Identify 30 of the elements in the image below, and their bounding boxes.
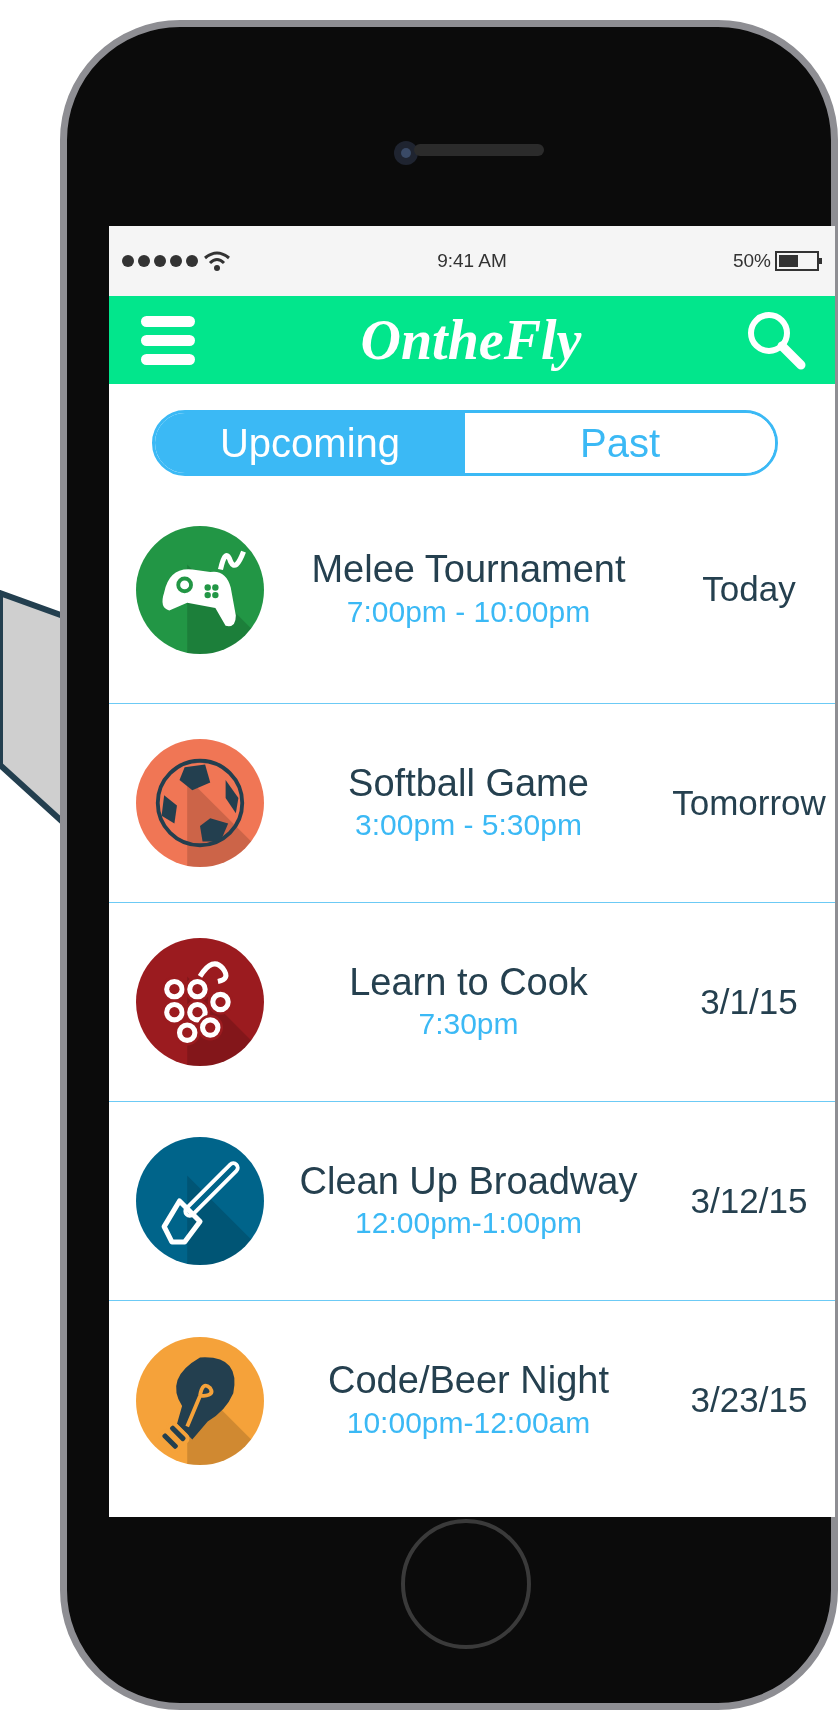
game-icon [136,525,264,654]
signal-icon [121,254,199,268]
bulb-icon [136,1336,264,1465]
event-time: 3:00pm - 5:30pm [354,807,583,844]
event-title: Learn to Cook [348,960,589,1005]
grapes-icon [136,938,264,1066]
battery-icon [775,251,823,271]
event-time: 10:00pm-12:00am [345,1404,592,1441]
home-button[interactable] [399,1517,533,1651]
event-title: Melee Tournament [310,548,627,592]
event-time: 7:00pm - 10:00pm [345,593,592,630]
speaker-icon [414,144,544,158]
event-title: Code/Beer Night [327,1359,610,1403]
event-title: Softball Game [347,761,590,806]
event-date: 3/12/15 [689,1179,809,1222]
event-time: 7:30pm [417,1006,520,1043]
segment-tab[interactable]: Upcoming [155,413,465,473]
event-date: Tomorrow [671,781,827,824]
search-button[interactable] [745,309,807,371]
ball-icon [136,739,264,867]
wifi-icon [203,250,231,272]
shovel-icon [136,1137,264,1265]
status-time: 9:41 AM [437,248,507,273]
battery-percent: 50% [732,248,771,273]
event-date: Today [701,568,797,611]
menu-button[interactable] [139,314,197,366]
event-title: Clean Up Broadway [298,1159,639,1204]
event-time: 12:00pm-1:00pm [354,1205,583,1242]
event-date: 3/1/15 [699,980,799,1023]
event-date: 3/23/15 [689,1379,809,1422]
